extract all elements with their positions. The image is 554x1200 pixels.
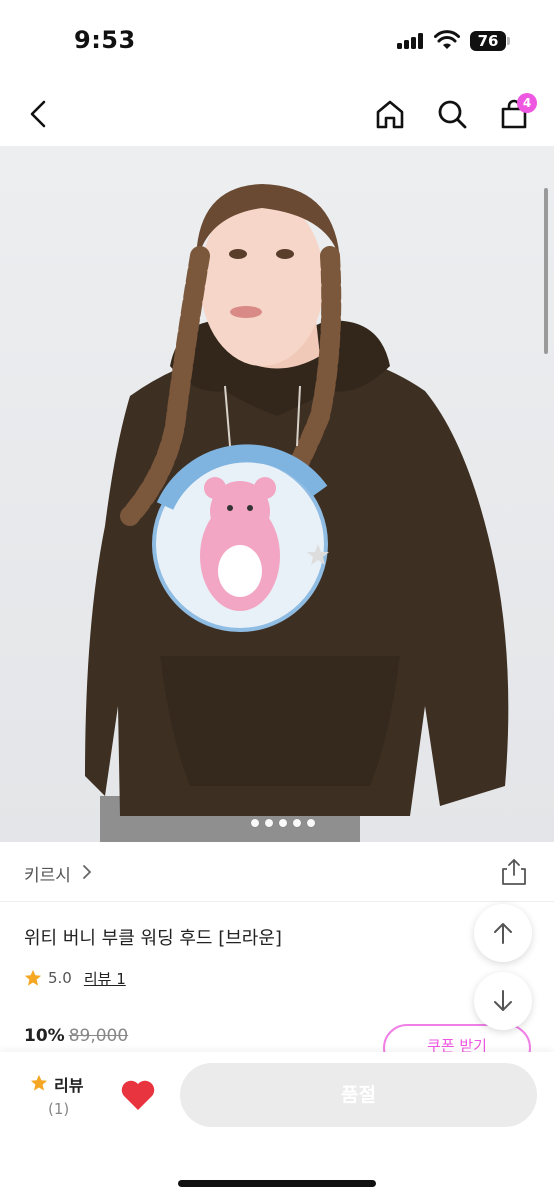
cellular-signal-icon xyxy=(397,33,425,49)
chevron-right-icon xyxy=(83,865,92,879)
wifi-icon xyxy=(434,30,460,49)
star-icon xyxy=(30,1074,48,1091)
page-scrollbar[interactable] xyxy=(544,188,548,354)
battery-indicator: 76 xyxy=(470,31,506,51)
discount-rate: 10% xyxy=(24,1026,65,1046)
status-time: 9:53 xyxy=(74,26,136,54)
star-icon xyxy=(24,969,42,986)
scroll-bottom-button[interactable] xyxy=(474,972,532,1030)
cart-count-badge: 4 xyxy=(517,93,537,113)
rating-value: 5.0 xyxy=(48,969,72,987)
review-count: (1) xyxy=(48,1100,70,1118)
top-nav xyxy=(0,82,554,146)
product-image-carousel[interactable] xyxy=(0,146,554,842)
arrow-down-icon xyxy=(494,990,512,1011)
heart-icon xyxy=(121,1080,155,1110)
carousel-dot[interactable] xyxy=(307,819,315,827)
soldout-button[interactable]: 품절 xyxy=(180,1063,537,1127)
carousel-pagination xyxy=(251,819,315,829)
carousel-dot[interactable] xyxy=(251,819,259,827)
search-button[interactable] xyxy=(430,92,474,136)
status-bar: 9:53 76 xyxy=(0,0,554,82)
share-icon xyxy=(502,859,526,885)
carousel-dot[interactable] xyxy=(265,819,273,827)
brand-row: 키르시 xyxy=(0,842,554,902)
carousel-dot[interactable] xyxy=(293,819,301,827)
search-icon xyxy=(438,100,467,129)
rating-row: 5.0 리뷰 1 xyxy=(24,966,126,990)
scroll-top-button[interactable] xyxy=(474,904,532,962)
original-price: 89,000 xyxy=(68,1026,129,1046)
review-link[interactable]: 리뷰 1 xyxy=(84,968,126,989)
product-title: 위티 버니 부클 워딩 후드 [브라운] xyxy=(24,928,282,949)
product-photo xyxy=(0,146,554,842)
arrow-up-icon xyxy=(494,923,512,944)
carousel-dot[interactable] xyxy=(279,819,287,827)
home-indicator xyxy=(178,1180,376,1187)
home-button[interactable] xyxy=(368,92,412,136)
wishlist-button[interactable] xyxy=(120,1078,156,1112)
bottom-action-bar: 리뷰 (1) 품절 xyxy=(0,1052,554,1200)
back-button[interactable] xyxy=(16,92,60,136)
home-icon xyxy=(376,100,404,129)
battery-tip xyxy=(507,37,510,45)
review-label: 리뷰 xyxy=(54,1076,84,1095)
chevron-left-icon xyxy=(30,100,46,128)
share-button[interactable] xyxy=(498,856,530,888)
brand-link[interactable]: 키르시 xyxy=(24,861,71,886)
price-row: 10% 89,000 xyxy=(24,1026,128,1046)
